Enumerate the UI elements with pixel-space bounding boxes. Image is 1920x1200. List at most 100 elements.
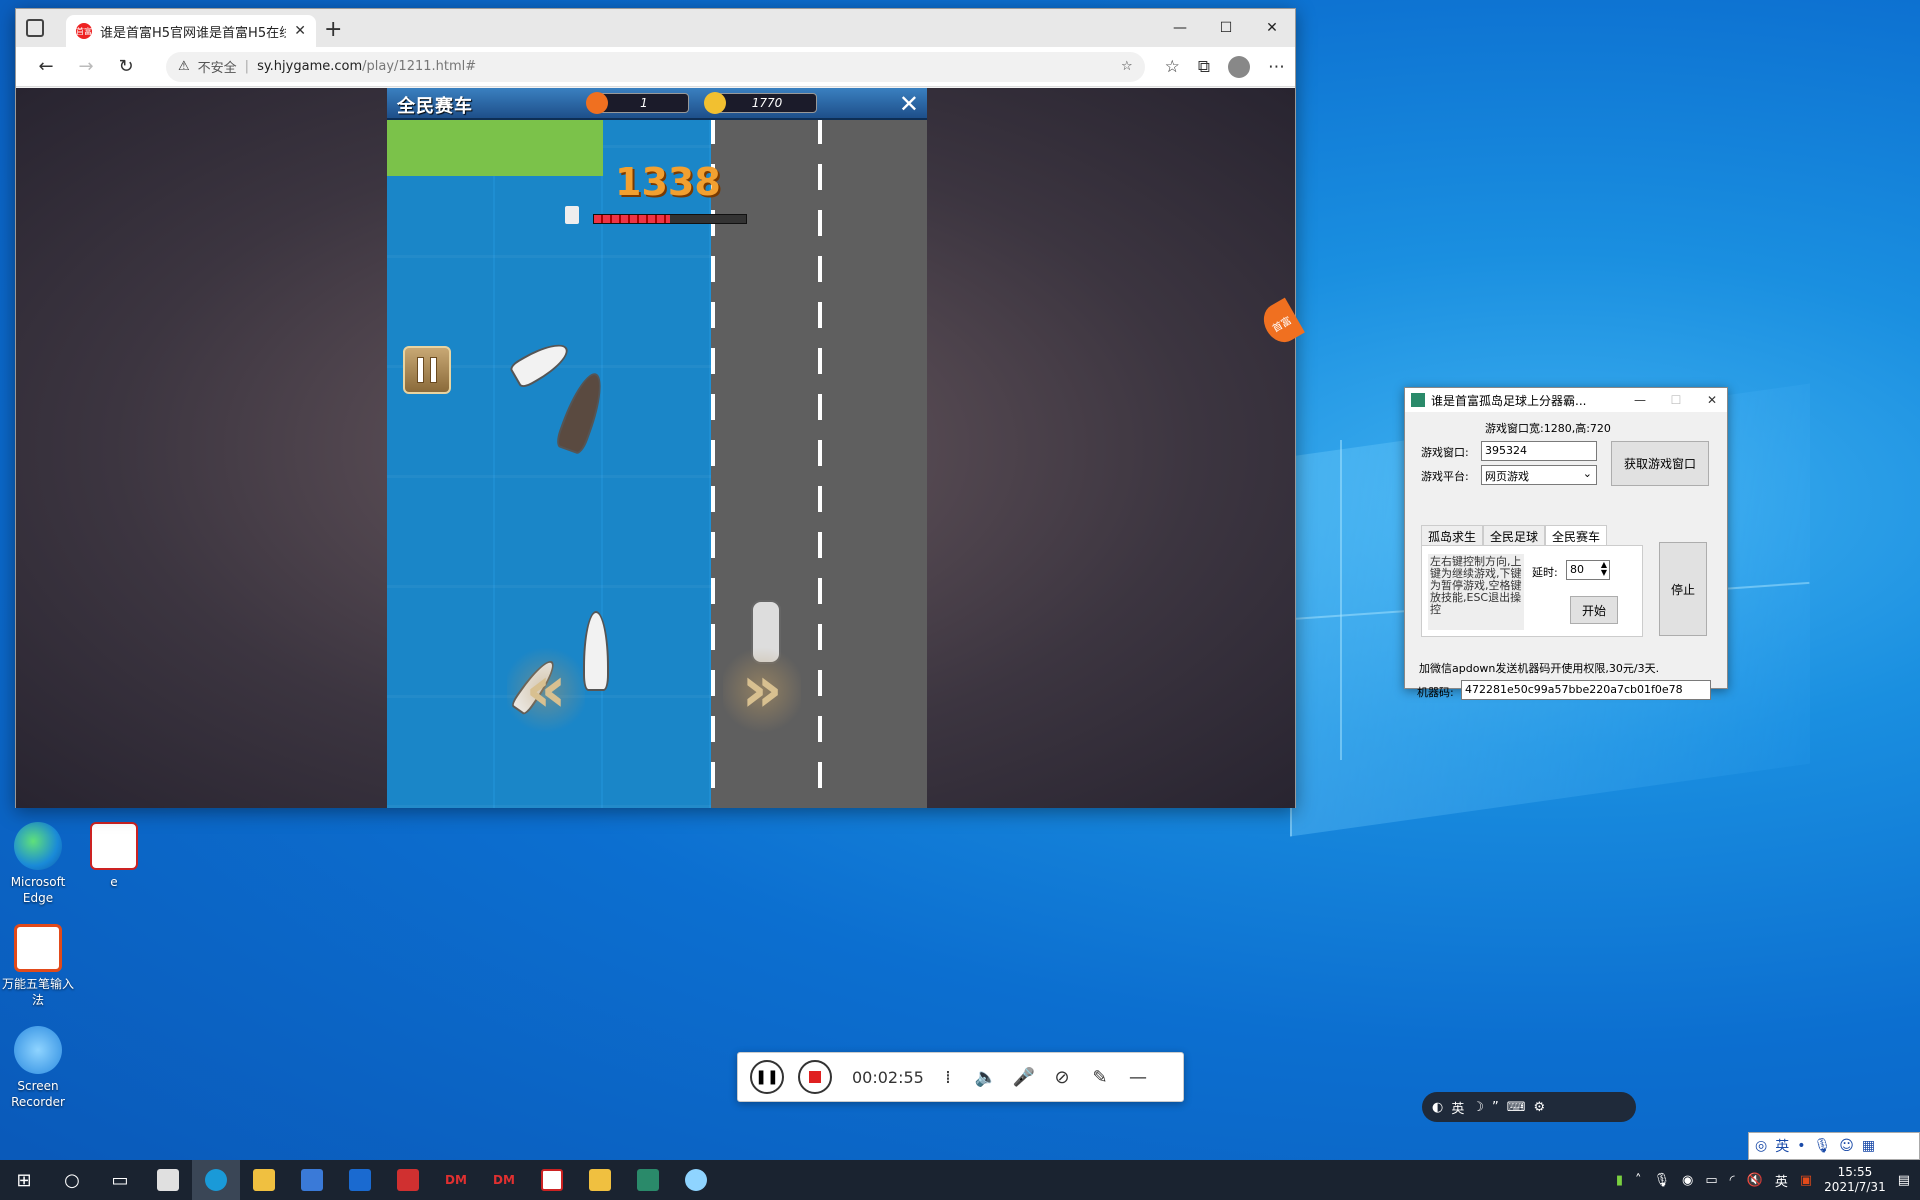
taskbar-tool-icon[interactable] xyxy=(624,1160,672,1200)
display-icon[interactable]: ▭ xyxy=(1705,1173,1717,1188)
wifi-icon[interactable]: ◜ xyxy=(1730,1173,1735,1188)
chevron-down-icon: ⌄ xyxy=(1582,467,1592,480)
delay-stepper[interactable]: 80 ▲ ▼ xyxy=(1566,560,1610,580)
taskbar-app-icon[interactable] xyxy=(384,1160,432,1200)
game-close-icon[interactable]: ✕ xyxy=(899,90,919,118)
mic-tray-icon[interactable]: 🎙 xyxy=(1653,1173,1670,1188)
taskbar-dm-icon[interactable]: DM xyxy=(480,1160,528,1200)
taskbar-recorder-icon[interactable] xyxy=(672,1160,720,1200)
tool-title-bar: 谁是首富孤岛足球上分器霸... — ☐ ✕ xyxy=(1405,388,1727,412)
machine-code-field[interactable]: 472281e50c99a57bbe220a7cb01f0e78 xyxy=(1461,680,1711,700)
drag-handle-icon[interactable]: ⁞ xyxy=(936,1067,960,1088)
task-view-icon[interactable]: ▭ xyxy=(96,1160,144,1200)
window-handle-field[interactable]: 395324 xyxy=(1481,441,1597,461)
stop-button[interactable]: 停止 xyxy=(1659,542,1707,636)
mail-icon[interactable] xyxy=(336,1160,384,1200)
chevron-up-icon[interactable]: ˄ xyxy=(1635,1173,1642,1188)
close-window-icon[interactable]: ✕ xyxy=(1249,9,1295,47)
clock[interactable]: 15:55 2021/7/31 xyxy=(1824,1165,1886,1195)
ime-logo-icon: ◐ xyxy=(1432,1099,1444,1115)
keyboard-icon[interactable]: ⌨ xyxy=(1507,1100,1526,1115)
platform-value: 网页游戏 xyxy=(1485,470,1529,483)
favorites-icon[interactable]: ☆ xyxy=(1165,57,1180,77)
start-button[interactable]: 开始 xyxy=(1570,596,1618,624)
battery-icon[interactable]: ▮ xyxy=(1616,1173,1623,1188)
pen-icon[interactable]: ✎ xyxy=(1088,1067,1112,1088)
game-top-bar: 全民赛车 1 1770 ✕ xyxy=(387,88,927,120)
url-path: /play/1211.html# xyxy=(362,59,477,74)
game-canvas[interactable]: 全民赛车 1 1770 ✕ 1338 « » xyxy=(387,88,927,808)
ime-language[interactable]: 英 xyxy=(1451,1098,1464,1117)
taskbar-edge-icon[interactable] xyxy=(192,1160,240,1200)
ime-mode-icon[interactable]: • xyxy=(1797,1138,1805,1154)
tool-minimize-icon[interactable]: — xyxy=(1625,393,1655,407)
notification-icon[interactable]: ▤ xyxy=(1898,1173,1910,1188)
tab-racing[interactable]: 全民赛车 xyxy=(1545,525,1608,547)
minimize-icon[interactable]: — xyxy=(1157,9,1203,47)
tray-language[interactable]: 英 xyxy=(1775,1171,1788,1190)
moon-icon[interactable]: ☽ xyxy=(1472,1100,1484,1115)
browser-tab[interactable]: 首富 谁是首富H5官网谁是首富H5在线 ✕ xyxy=(66,15,316,47)
pause-recording-button[interactable]: ❚❚ xyxy=(750,1060,784,1094)
refresh-icon[interactable]: ↻ xyxy=(106,56,146,77)
tab-gudao[interactable]: 孤岛求生 xyxy=(1421,525,1484,547)
screen-recorder-icon xyxy=(14,1026,62,1074)
taskbar-dm-icon[interactable]: DM xyxy=(432,1160,480,1200)
stop-recording-button[interactable] xyxy=(798,1060,832,1094)
file-explorer-icon[interactable] xyxy=(240,1160,288,1200)
speaker-icon[interactable]: 🔈 xyxy=(974,1067,998,1088)
taskbar-app-icon[interactable] xyxy=(144,1160,192,1200)
fuel-bar xyxy=(593,214,747,224)
new-tab-button[interactable]: + xyxy=(324,17,342,42)
tab-football[interactable]: 全民足球 xyxy=(1483,525,1546,547)
back-icon[interactable]: ← xyxy=(26,56,66,77)
taskbar: ⊞ ○ ▭ DM DM ▮ ˄ 🎙 ◉ ▭ ◜ 🔇 英 ▣ 15:55 2021… xyxy=(0,1160,1920,1200)
store-icon[interactable] xyxy=(288,1160,336,1200)
url-field[interactable]: ⚠ 不安全 | sy.hjygame.com /play/1211.html# … xyxy=(166,51,1145,82)
ime-tray-icon[interactable]: ▣ xyxy=(1800,1173,1812,1188)
tool-close-icon[interactable]: ✕ xyxy=(1697,393,1727,407)
taskbar-help-icon[interactable] xyxy=(576,1160,624,1200)
pause-button[interactable] xyxy=(403,346,451,394)
microphone-icon[interactable]: 🎤 xyxy=(1012,1067,1036,1088)
maximize-icon[interactable]: ☐ xyxy=(1203,9,1249,47)
racing-tab-panel: 左右键控制方向,上键为继续游戏,下键为暂停游戏,空格键放技能,ESC退出操控 延… xyxy=(1421,545,1643,637)
ime-toolbar: ◐ 英 ☽ ” ⌨ ⚙ xyxy=(1422,1092,1636,1122)
minimize-recorder-icon[interactable]: — xyxy=(1126,1067,1150,1088)
add-favorite-icon[interactable]: ☆ xyxy=(1121,59,1133,74)
boost-icon xyxy=(586,92,608,114)
grid-icon[interactable]: ▦ xyxy=(1862,1138,1875,1154)
ime-language-2[interactable]: 英 xyxy=(1775,1136,1789,1156)
delay-label: 延时: xyxy=(1532,566,1558,579)
tab-actions-icon[interactable] xyxy=(26,19,44,37)
desktop-icon-e[interactable]: e xyxy=(78,822,150,890)
coin-icon xyxy=(704,92,726,114)
forward-icon[interactable]: → xyxy=(66,56,106,77)
tab-close-icon[interactable]: ✕ xyxy=(294,23,306,39)
voice-icon[interactable]: 🎙 xyxy=(1813,1138,1831,1154)
desktop-icon-wubi[interactable]: 万能五笔输入法 xyxy=(2,924,74,1008)
volume-muted-icon[interactable]: 🔇 xyxy=(1747,1173,1763,1188)
steer-right-button[interactable]: » xyxy=(723,643,801,737)
steer-left-button[interactable]: « xyxy=(507,643,585,737)
platform-select[interactable]: 网页游戏 ⌄ xyxy=(1481,465,1597,485)
desktop-icon-label: 万能五笔输入法 xyxy=(2,977,75,1007)
chrome-tray-icon[interactable]: ◉ xyxy=(1682,1173,1693,1188)
more-menu-icon[interactable]: ⋯ xyxy=(1268,57,1285,77)
camera-off-icon[interactable]: ⊘ xyxy=(1050,1067,1074,1088)
taskbar-e-icon[interactable] xyxy=(528,1160,576,1200)
machine-code-label: 机器码: xyxy=(1417,686,1454,699)
punctuation-icon[interactable]: ” xyxy=(1492,1100,1499,1115)
get-game-window-button[interactable]: 获取游戏窗口 xyxy=(1611,441,1709,486)
desktop-icon-screen-recorder[interactable]: Screen Recorder xyxy=(2,1026,74,1110)
user-icon[interactable]: ☺ xyxy=(1839,1138,1854,1154)
stepper-arrows-icon[interactable]: ▲ ▼ xyxy=(1601,561,1607,577)
search-icon[interactable]: ○ xyxy=(48,1160,96,1200)
collections-icon[interactable]: ⧉ xyxy=(1198,57,1210,77)
web-page: 全民赛车 1 1770 ✕ 1338 « » xyxy=(16,88,1295,808)
settings-icon[interactable]: ⚙ xyxy=(1534,1100,1546,1115)
start-windows-icon[interactable]: ⊞ xyxy=(0,1160,48,1200)
grass-bank xyxy=(387,118,603,176)
desktop-icon-edge[interactable]: Microsoft Edge xyxy=(2,822,74,906)
profile-avatar[interactable] xyxy=(1228,55,1250,78)
